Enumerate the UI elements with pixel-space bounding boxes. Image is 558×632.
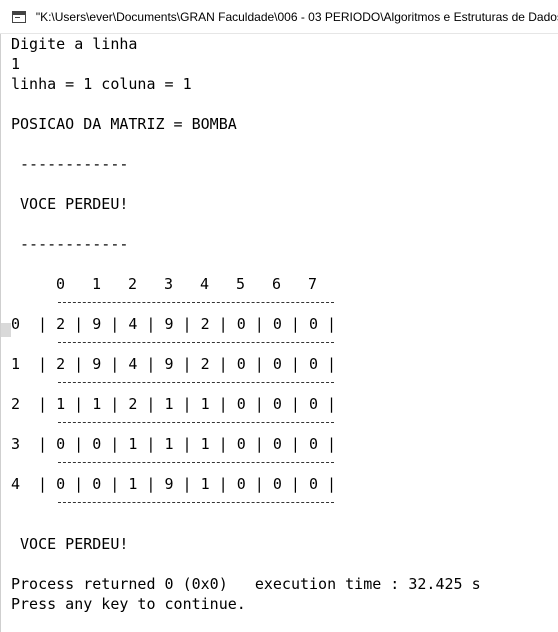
matrix-row: | 2 | 9 | 4 | 9 | 2 | 0 | 0 | 0 | (20, 355, 337, 373)
position-line: linha = 1 coluna = 1 (11, 75, 192, 93)
matrix-row-label: 0 (11, 315, 21, 333)
window-titlebar[interactable]: "K:\Users\ever\Documents\GRAN Faculdade\… (0, 0, 558, 34)
matrix-position-line: POSICAO DA MATRIZ = BOMBA (11, 115, 237, 133)
matrix-row: | 0 | 0 | 1 | 1 | 1 | 0 | 0 | 0 | (20, 435, 337, 453)
matrix-rule (58, 342, 334, 344)
matrix-rule (58, 502, 334, 504)
process-return-line: Process returned 0 (0x0) execution time … (11, 575, 481, 593)
matrix-row-label: 1 (11, 355, 21, 373)
matrix-rule (58, 462, 334, 464)
separator-bottom: ------------ (11, 235, 129, 253)
matrix-rule (58, 422, 334, 424)
matrix-row: | 1 | 1 | 2 | 1 | 1 | 0 | 0 | 0 | (20, 395, 337, 413)
separator-top: ------------ (11, 155, 129, 173)
lost-message-first: VOCE PERDEU! (11, 195, 129, 213)
continue-prompt-line: Press any key to continue. (11, 595, 246, 613)
window-title: "K:\Users\ever\Documents\GRAN Faculdade\… (35, 9, 558, 24)
column-header: 5 (236, 275, 246, 293)
column-header: 3 (164, 275, 174, 293)
lost-message-second: VOCE PERDEU! (11, 535, 129, 553)
matrix-row-label: 2 (11, 395, 21, 413)
column-header: 4 (200, 275, 210, 293)
matrix-rule (58, 382, 334, 384)
matrix-row-label: 3 (11, 435, 21, 453)
console-output[interactable]: Digite a linha 1 linha = 1 coluna = 1 PO… (0, 34, 558, 632)
matrix-rule (58, 302, 334, 304)
column-header: 2 (128, 275, 138, 293)
prompt-line: Digite a linha (11, 35, 138, 53)
matrix-column-headers: 0 1 2 3 4 5 6 7 (11, 274, 341, 294)
matrix-row: | 2 | 9 | 4 | 9 | 2 | 0 | 0 | 0 | (20, 315, 337, 333)
matrix-row: | 0 | 0 | 1 | 9 | 1 | 0 | 0 | 0 | (20, 475, 337, 493)
column-header: 1 (92, 275, 102, 293)
input-value: 1 (11, 55, 21, 73)
column-header: 7 (308, 275, 318, 293)
window-edge-strip (1, 323, 11, 337)
column-header: 0 (56, 275, 66, 293)
matrix-row-label: 4 (11, 475, 21, 493)
column-header: 6 (272, 275, 282, 293)
console-app-icon (12, 10, 26, 23)
